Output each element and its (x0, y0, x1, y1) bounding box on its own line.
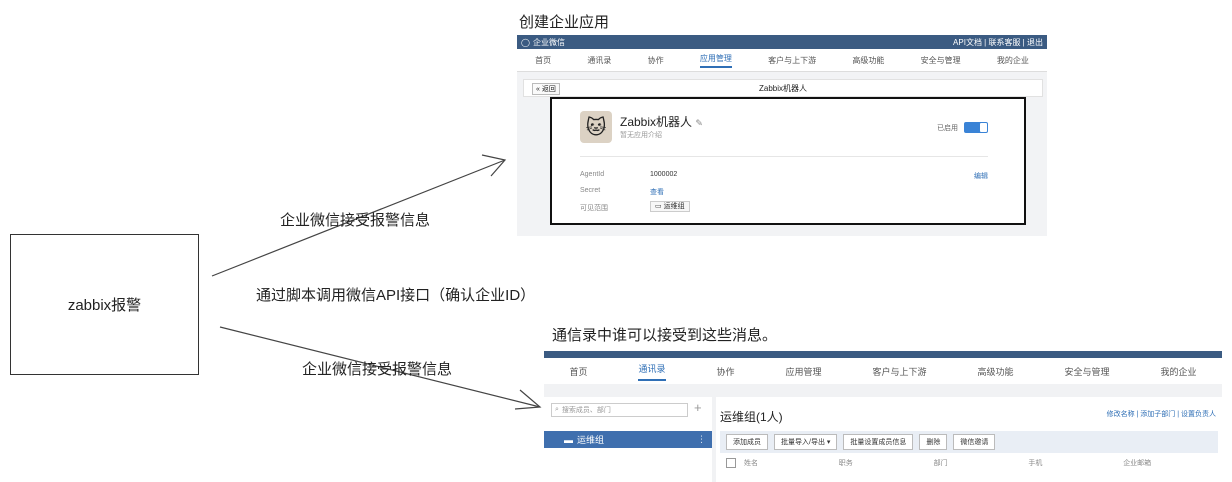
group-action-links[interactable]: 修改名称 | 添加子部门 | 设置负责人 (1107, 409, 1216, 419)
group-title: 运维组(1人) (720, 410, 783, 424)
app-nav: 首页 通讯录 协作 应用管理 客户与上下游 高级功能 安全与管理 我的企业 (517, 49, 1047, 72)
nav-item[interactable]: 安全与管理 (921, 55, 961, 66)
column-header: 手机 (1028, 460, 1043, 467)
caption-contacts: 通信录中谁可以接受到这些消息。 (552, 327, 778, 344)
nav-item[interactable]: 高级功能 (852, 55, 884, 66)
nav-item[interactable]: 首页 (569, 365, 587, 378)
agentid-label: AgentId (580, 171, 605, 178)
app-management-screenshot: ◯ 企业微信 API文档 | 联系客服 | 退出 首页 通讯录 协作 应用管理 … (517, 35, 1047, 236)
enabled-label: 已启用 (937, 124, 958, 132)
enable-toggle-group: 已启用 (937, 122, 988, 133)
visible-range-label: 可见范围 (580, 205, 608, 212)
cat-avatar-icon: 🐱 (580, 111, 612, 143)
group-name: 运维组 (577, 435, 605, 445)
brand-name: 企业微信 (532, 37, 565, 47)
nav-item[interactable]: 协作 (648, 55, 664, 66)
nav-item[interactable]: 客户与上下游 (768, 55, 816, 66)
arrow-label-top: 企业微信接受报警信息 (280, 212, 431, 229)
nav-item[interactable]: 通讯录 (587, 55, 611, 66)
top-links[interactable]: API文档 | 联系客服 | 退出 (953, 37, 1043, 48)
app-topbar: ◯ 企业微信 API文档 | 联系客服 | 退出 (517, 35, 1047, 49)
divider (580, 156, 988, 157)
enable-toggle[interactable] (964, 122, 988, 133)
bot-name: Zabbix机器人 ✎ (620, 115, 703, 129)
zabbix-alert-label: zabbix报警 (67, 297, 142, 314)
visible-range-value[interactable]: ▭ 运维组 (650, 201, 690, 212)
contacts-topbar (544, 351, 1222, 358)
secret-label: Secret (580, 187, 601, 194)
page-title: Zabbix机器人 (758, 84, 807, 93)
folder-icon: ▭ (655, 203, 662, 210)
table-header: 姓名 职务 部门 手机 企业邮箱 (720, 457, 1218, 469)
arrow-label-bottom: 企业微信接受报警信息 (302, 361, 453, 378)
nav-item[interactable]: 应用管理 (785, 365, 821, 378)
import-export-button[interactable]: 批量导入/导出 ▾ (774, 434, 838, 450)
column-header: 职务 (838, 460, 853, 467)
nav-item[interactable]: 安全与管理 (1064, 365, 1109, 378)
contacts-main: 运维组(1人) 修改名称 | 添加子部门 | 设置负责人 添加成员 批量导入/导… (716, 397, 1222, 482)
caption-create-app: 创建企业应用 (519, 14, 610, 31)
edit-pencil-icon[interactable]: ✎ (695, 118, 703, 128)
batch-set-button[interactable]: 批量设置成员信息 (843, 434, 914, 450)
contacts-screenshot: 首页 通讯录 协作 应用管理 客户与上下游 高级功能 安全与管理 我的企业 ⌕ … (544, 351, 1222, 482)
bot-description: 暂无应用介绍 (620, 132, 662, 139)
search-icon: ◯ (521, 37, 530, 47)
secret-view-link[interactable]: 查看 (650, 187, 664, 197)
app-detail-card: 🐱 Zabbix机器人 ✎ 暂无应用介绍 已启用 AgentId 1000002… (550, 97, 1026, 225)
column-header: 企业邮箱 (1123, 460, 1152, 467)
app-subheader: « 返回 Zabbix机器人 (523, 79, 1043, 97)
nav-item[interactable]: 首页 (535, 55, 551, 66)
column-header: 姓名 (744, 460, 758, 467)
contacts-nav: 首页 通讯录 协作 应用管理 客户与上下游 高级功能 安全与管理 我的企业 (544, 358, 1222, 384)
contacts-search-input[interactable]: ⌕ 搜索成员、部门 (551, 403, 688, 417)
search-placeholder: 搜索成员、部门 (561, 407, 611, 414)
arrowhead-top (481, 154, 507, 177)
more-icon[interactable]: ⋮ (697, 434, 706, 445)
nav-item[interactable]: 高级功能 (977, 365, 1013, 378)
nav-item-active[interactable]: 应用管理 (699, 53, 732, 68)
brand: ◯ 企业微信 (521, 37, 565, 48)
arrow-label-middle: 通过脚本调用微信API接口（确认企业ID） (256, 287, 536, 304)
edit-link[interactable]: 编辑 (974, 171, 988, 181)
nav-item[interactable]: 我的企业 (1160, 365, 1196, 378)
contacts-toolbar: 添加成员 批量导入/导出 ▾ 批量设置成员信息 删除 微信邀请 (720, 431, 1218, 453)
nav-item[interactable]: 协作 (716, 365, 734, 378)
sidebar-group-item[interactable]: ▬ 运维组 ⋮ (544, 431, 712, 448)
add-member-button[interactable]: 添加成员 (726, 434, 768, 450)
column-header: 部门 (933, 460, 948, 467)
nav-item[interactable]: 客户与上下游 (872, 365, 926, 378)
zabbix-alert-box: zabbix报警 (10, 234, 199, 375)
nav-item[interactable]: 我的企业 (997, 55, 1029, 66)
add-icon[interactable]: + (694, 400, 702, 415)
wechat-invite-button[interactable]: 微信邀请 (953, 434, 996, 450)
select-all-checkbox[interactable] (726, 458, 736, 468)
folder-icon: ▬ (564, 434, 573, 445)
search-icon: ⌕ (555, 406, 559, 413)
contacts-sidebar: ⌕ 搜索成员、部门 + ▬ 运维组 ⋮ (544, 397, 712, 482)
nav-item-active[interactable]: 通讯录 (638, 362, 666, 381)
agentid-value: 1000002 (650, 171, 678, 178)
delete-button[interactable]: 删除 (919, 434, 948, 450)
